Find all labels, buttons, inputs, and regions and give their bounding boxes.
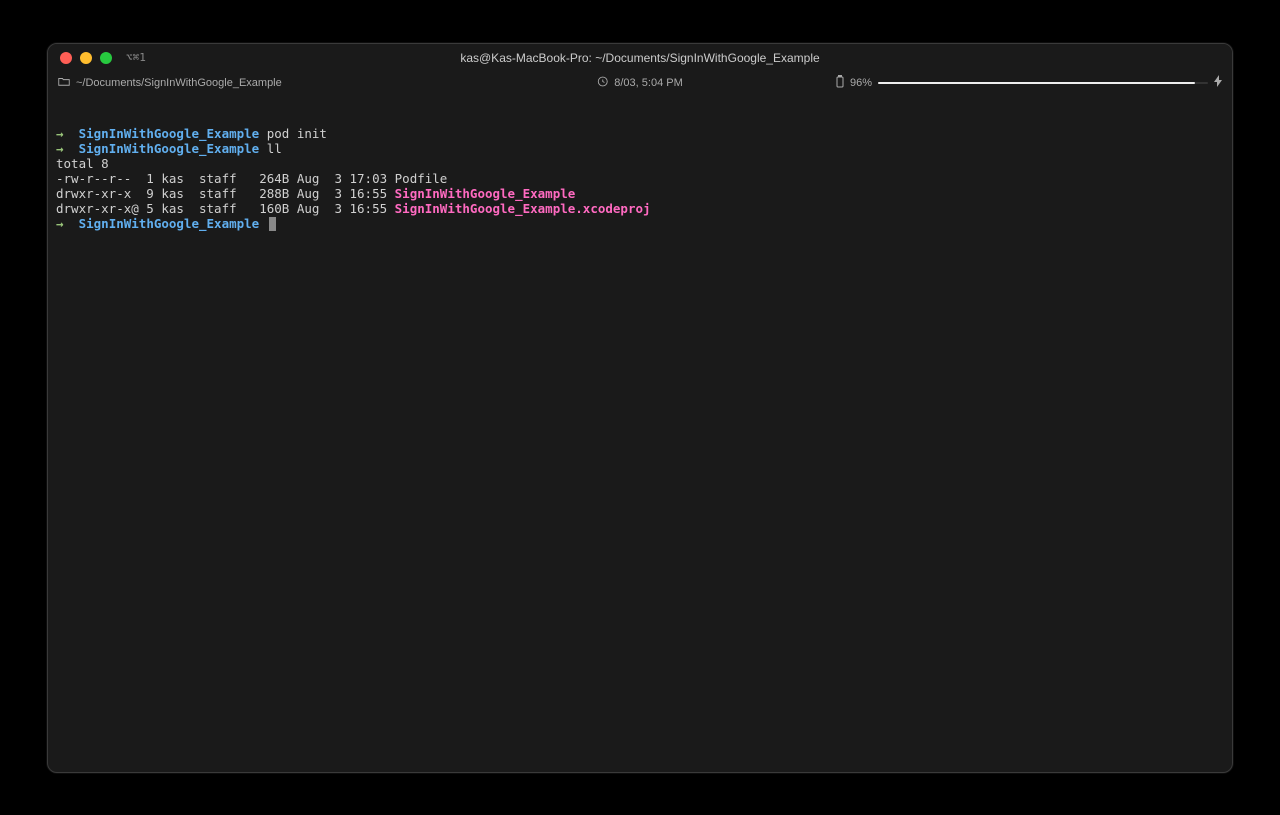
- ls-metadata: drwxr-xr-x 9 kas staff 288B Aug 3 16:55: [56, 186, 395, 201]
- output-text: total 8: [56, 156, 109, 171]
- ls-directory-name: SignInWithGoogle_Example.xcodeproj: [395, 201, 651, 216]
- minimize-button[interactable]: [80, 52, 92, 64]
- status-time-section: 8/03, 5:04 PM: [597, 76, 683, 90]
- prompt-arrow: →: [56, 216, 64, 231]
- status-bar: ~/Documents/SignInWithGoogle_Example 8/0…: [48, 72, 1232, 94]
- prompt-path: SignInWithGoogle_Example: [79, 141, 260, 156]
- datetime: 8/03, 5:04 PM: [614, 77, 683, 89]
- tab-shortcut-label: ⌥⌘1: [126, 51, 146, 64]
- terminal-line: → SignInWithGoogle_Example: [56, 216, 1224, 231]
- status-path-section: ~/Documents/SignInWithGoogle_Example: [58, 76, 282, 90]
- battery-icon: [836, 75, 844, 91]
- terminal-line: total 8: [56, 156, 1224, 171]
- terminal-content[interactable]: → SignInWithGoogle_Example pod init→ Sig…: [48, 94, 1232, 233]
- folder-icon: [58, 76, 70, 90]
- zoom-button[interactable]: [100, 52, 112, 64]
- ls-directory-name: SignInWithGoogle_Example: [395, 186, 576, 201]
- clock-icon: [597, 76, 608, 90]
- terminal-line: → SignInWithGoogle_Example pod init: [56, 126, 1224, 141]
- terminal-window: ⌥⌘1 kas@Kas-MacBook-Pro: ~/Documents/Sig…: [47, 43, 1233, 773]
- charging-icon: [1214, 75, 1222, 90]
- window-titlebar[interactable]: ⌥⌘1 kas@Kas-MacBook-Pro: ~/Documents/Sig…: [48, 44, 1232, 72]
- battery-progress-bar: [878, 82, 1208, 84]
- terminal-line: drwxr-xr-x@ 5 kas staff 160B Aug 3 16:55…: [56, 201, 1224, 216]
- status-battery-section: 96%: [836, 75, 1222, 91]
- terminal-line: → SignInWithGoogle_Example ll: [56, 141, 1224, 156]
- terminal-line: -rw-r--r-- 1 kas staff 264B Aug 3 17:03 …: [56, 171, 1224, 186]
- window-title: kas@Kas-MacBook-Pro: ~/Documents/SignInW…: [460, 51, 819, 65]
- terminal-line: drwxr-xr-x 9 kas staff 288B Aug 3 16:55 …: [56, 186, 1224, 201]
- prompt-path: SignInWithGoogle_Example: [79, 216, 260, 231]
- ls-metadata: drwxr-xr-x@ 5 kas staff 160B Aug 3 16:55: [56, 201, 395, 216]
- ls-file-name: Podfile: [395, 171, 448, 186]
- traffic-lights: [60, 52, 112, 64]
- close-button[interactable]: [60, 52, 72, 64]
- battery-percent: 96%: [850, 77, 872, 89]
- command-text: ll: [267, 141, 282, 156]
- command-text: pod init: [267, 126, 327, 141]
- current-path: ~/Documents/SignInWithGoogle_Example: [76, 77, 282, 89]
- prompt-arrow: →: [56, 141, 64, 156]
- battery-progress-fill: [878, 82, 1195, 84]
- cursor: [269, 217, 276, 231]
- prompt-path: SignInWithGoogle_Example: [79, 126, 260, 141]
- prompt-arrow: →: [56, 126, 64, 141]
- ls-metadata: -rw-r--r-- 1 kas staff 264B Aug 3 17:03: [56, 171, 395, 186]
